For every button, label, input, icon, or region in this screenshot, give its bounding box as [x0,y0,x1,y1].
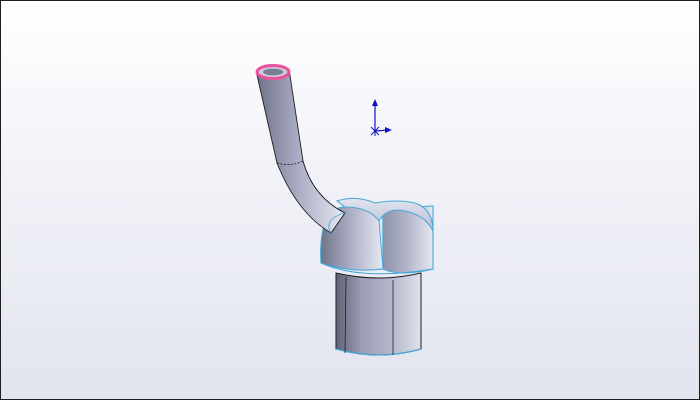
model-scene[interactable] [1,1,699,399]
3d-viewport[interactable] [0,0,700,400]
base-cylinder[interactable] [335,272,422,356]
bent-tube[interactable] [256,68,346,234]
coordinate-triad-icon [370,99,392,136]
tube-opening-edge[interactable] [255,64,291,80]
